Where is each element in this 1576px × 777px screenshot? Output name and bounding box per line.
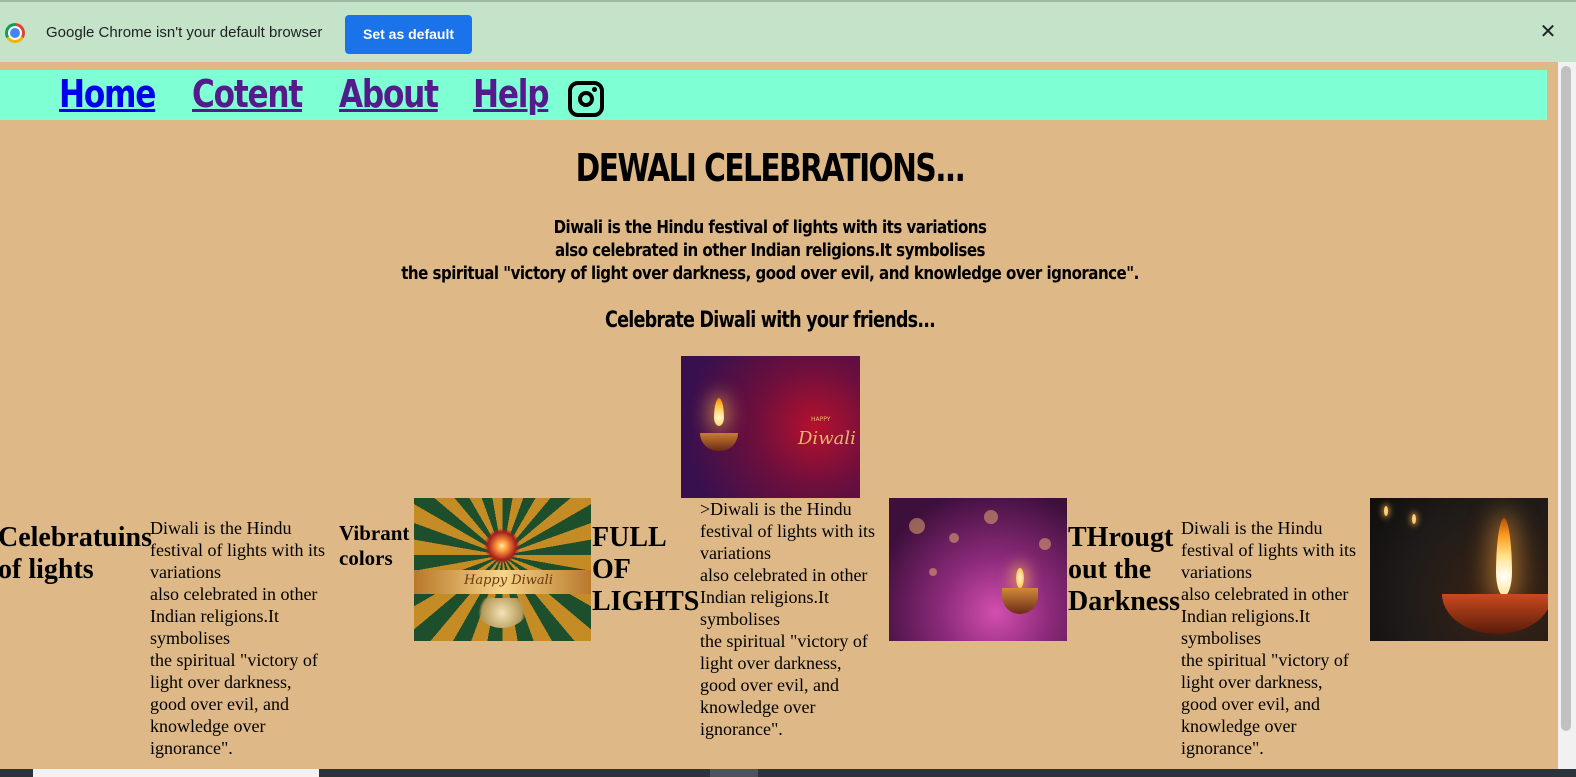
taskbar-strip [0,769,1576,777]
paragraph-2: >Diwali is the Hindu festival of lights w… [700,499,875,739]
diya-dark-image [1370,498,1548,641]
nav-link-about[interactable]: About [339,72,439,116]
intro-line-1: Diwali is the Hindu festival of lights w… [553,218,987,238]
diya-bokeh-image [889,498,1067,641]
nav-link-cotent[interactable]: Cotent [192,72,303,116]
page-title: DEWALI CELEBRATIONS... [575,146,966,190]
nav-bar: Home Cotent About Help [0,70,1547,120]
heading-throughout-darkness: THrougt out the Darkness [1068,522,1181,617]
subtitle: Celebrate Diwali with your friends... [604,308,936,333]
heading-celebrations: Celebratuins of lights [0,522,152,585]
page-content: Home Cotent About Help DEWALI CELEBRATIO… [0,62,1558,769]
close-icon[interactable]: ✕ [1538,19,1558,43]
nav-link-help[interactable]: Help [473,72,550,116]
set-as-default-button[interactable]: Set as default [345,15,472,54]
intro-line-2: also celebrated in other Indian religion… [555,241,985,261]
hero-diwali-image: HAPPY Diwali [681,356,860,498]
nav-link-home[interactable]: Home [59,72,156,116]
vertical-scrollbar[interactable] [1558,62,1576,769]
heading-vibrant-colors: Vibrant colors [339,521,410,570]
heading-full-of-lights: FULL OF LIGHTS [592,522,700,617]
happy-diwali-image: Happy Diwali [414,498,591,641]
default-browser-infobar: Google Chrome isn't your default browser… [0,0,1576,62]
chrome-logo-icon [5,23,25,43]
intro-text: Diwali is the Hindu festival of lights w… [108,217,1432,286]
paragraph-1: Diwali is the Hindu festival of lights wi… [150,518,325,758]
paragraph-3: Diwali is the Hindu festival of lights wi… [1181,518,1356,758]
infobar-message: Google Chrome isn't your default browser [46,24,323,41]
instagram-icon[interactable] [568,81,604,117]
intro-line-3: the spiritual "victory of light over dar… [401,264,1139,284]
